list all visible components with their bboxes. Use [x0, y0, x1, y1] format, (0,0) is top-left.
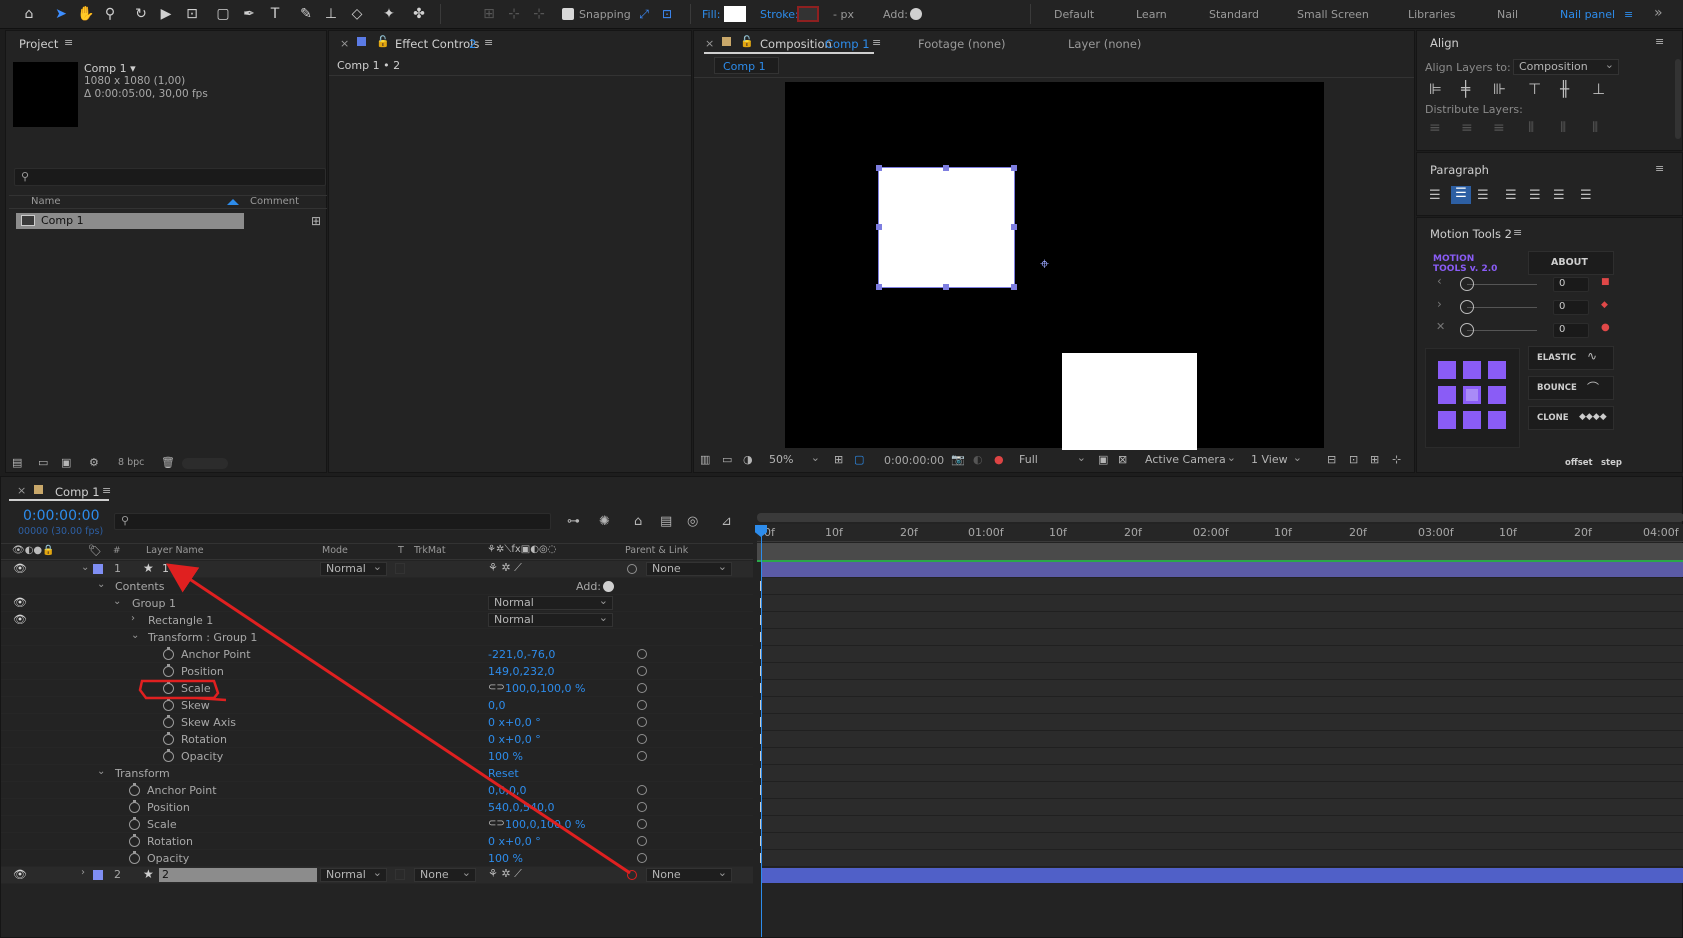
annotation-overlay — [138, 563, 631, 875]
annotation-scale-highlight — [138, 679, 227, 702]
annotation-arrow — [166, 563, 631, 875]
